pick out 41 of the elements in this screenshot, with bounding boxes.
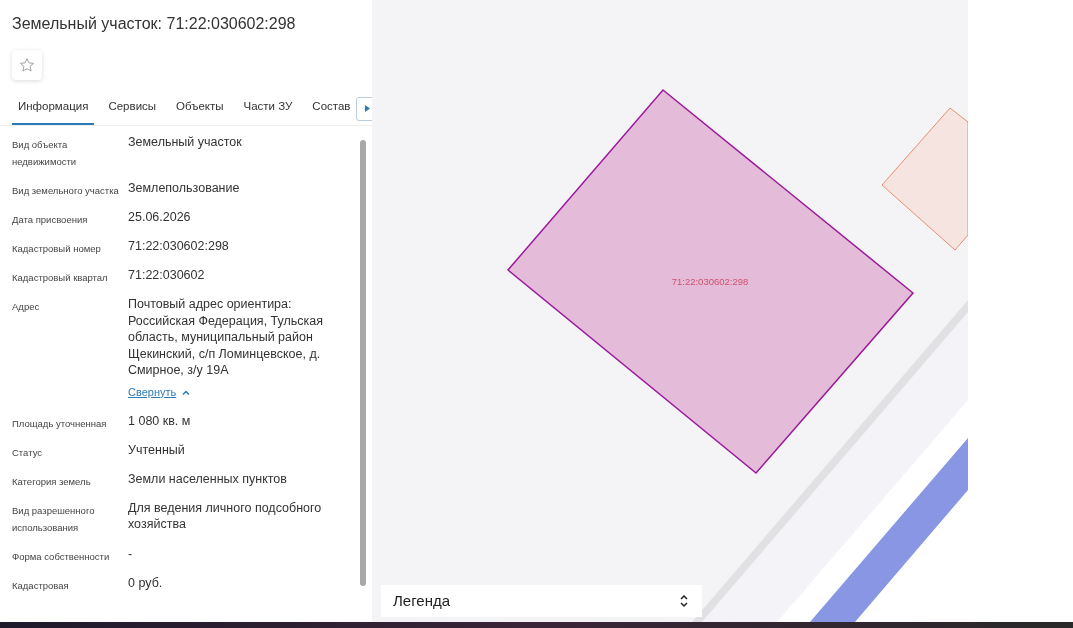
field-label: Категория земель xyxy=(12,474,92,489)
parcel-label: 71:22:030602:298 xyxy=(671,276,749,287)
favorite-button[interactable] xyxy=(12,50,42,80)
tab[interactable]: Информация xyxy=(12,92,95,126)
field-value: Почтовый адрес ориентира: Российская Федерация, Тульская область, муниципальный район Щекинский, с/п Ломинцевское, д. Смирное, з/у 19А xyxy=(128,296,324,379)
tab[interactable]: Части ЗУ xyxy=(237,92,299,126)
collapse-link[interactable]: Свернуть xyxy=(128,383,191,401)
field-label: Вид объекта недвижимости xyxy=(12,138,78,170)
field-label: Адрес xyxy=(12,300,41,315)
tab[interactable]: Состав xyxy=(306,92,357,126)
field-value: Земельный участок xyxy=(128,134,243,151)
field-label: Площадь уточненная xyxy=(12,416,108,431)
legend-dropdown[interactable]: Легенда xyxy=(381,585,702,617)
scroll-tabs-button[interactable] xyxy=(356,96,372,121)
chevron-up-icon xyxy=(182,389,191,395)
field-label: Дата присвоения xyxy=(12,213,89,228)
field-value: 25.06.2026 xyxy=(128,209,192,226)
field-value: 71:22:030602 xyxy=(128,267,206,284)
panel-title: Земельный участок: 71:22:030602:298 xyxy=(12,14,297,34)
field-value: - xyxy=(128,545,134,563)
field-value: 71:22:030602:298 xyxy=(128,238,230,255)
field-label: Вид земельного участка xyxy=(12,184,120,199)
field-value: Земли населенных пунктов xyxy=(128,470,288,488)
field-value: Учтенный xyxy=(128,441,186,459)
caret-right-icon xyxy=(364,105,370,113)
field-value: 0 руб. xyxy=(128,574,164,592)
sort-chevrons-icon xyxy=(680,594,688,608)
map-view[interactable]: 71:22:030602:298 Легенда xyxy=(372,0,968,622)
field-label: Кадастровая xyxy=(12,578,70,593)
field-value: Для ведения личного подсобного хозяйства xyxy=(128,499,323,533)
star-icon xyxy=(19,57,35,73)
field-value: Землепользование xyxy=(128,180,241,197)
field-label: Кадастровый квартал xyxy=(12,271,109,286)
tab[interactable]: Объекты xyxy=(170,92,230,126)
field-label: Кадастровый номер xyxy=(12,242,102,257)
field-label: Статус xyxy=(12,445,44,460)
field-value: 1 080 кв. м xyxy=(128,412,192,430)
tab[interactable]: Сервисы xyxy=(102,92,163,126)
field-label: Форма собственности xyxy=(12,549,111,564)
field-label: Вид разрешенного использования xyxy=(12,503,96,535)
land-parcel[interactable] xyxy=(506,88,915,475)
